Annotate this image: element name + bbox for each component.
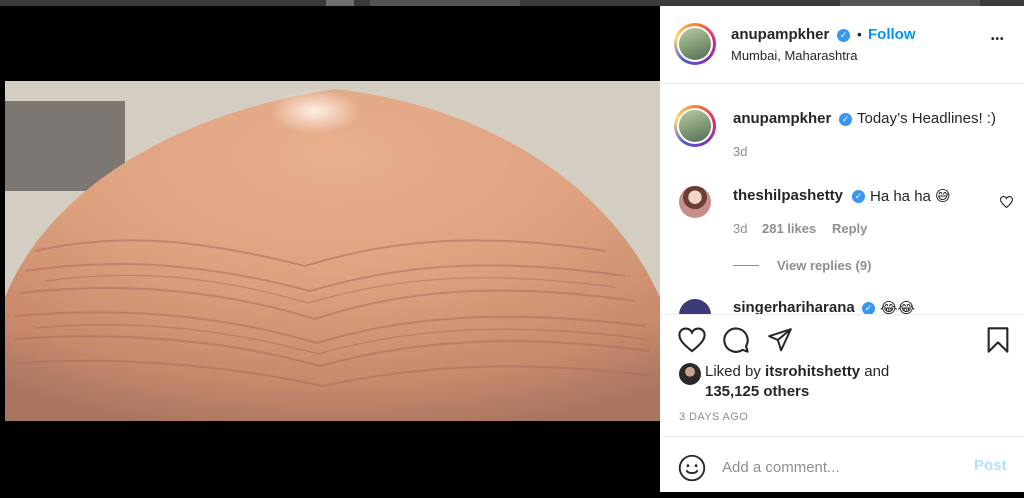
more-options-icon[interactable]: •••	[991, 34, 1005, 45]
emoji-icon[interactable]	[678, 454, 706, 482]
replies-divider	[733, 265, 759, 266]
actions-divider	[660, 314, 1024, 315]
post-location[interactable]: Mumbai, Maharashtra	[731, 48, 857, 63]
like-heart-icon[interactable]	[678, 327, 706, 353]
author-avatar[interactable]	[674, 23, 716, 65]
caption-author-avatar[interactable]	[674, 105, 716, 147]
likes-summary: Liked by itsrohitshetty and 135,125 othe…	[705, 362, 1005, 402]
comment-like-heart-icon[interactable]	[1000, 196, 1013, 208]
comment-partial: singerhariharana ✓ 😂😂	[660, 296, 1024, 315]
post-comment-button[interactable]: Post	[974, 457, 1007, 474]
comment-text: 😂😂	[880, 300, 916, 315]
comment-author[interactable]: theshilpashetty	[733, 187, 843, 204]
post-header: anupampkher ✓ • Follow Mumbai, Maharasht…	[660, 6, 1024, 84]
caption-author[interactable]: anupampkher	[733, 110, 831, 127]
verified-badge-icon: ✓	[837, 29, 850, 42]
author-username[interactable]: anupampkher	[731, 26, 829, 43]
comment-author[interactable]: singerhariharana	[733, 299, 855, 315]
caption-text: Today’s Headlines! :)	[857, 110, 996, 127]
likes-prefix: Liked by	[705, 363, 761, 380]
post-timestamp[interactable]: 3 DAYS AGO	[679, 411, 748, 423]
comment-time[interactable]: 3d	[733, 221, 747, 236]
add-comment-input[interactable]	[722, 456, 962, 478]
follow-button[interactable]: Follow	[868, 26, 916, 43]
verified-badge-icon: ✓	[852, 190, 865, 203]
liker-avatar[interactable]	[679, 363, 701, 385]
likes-others-count[interactable]: 135,125 others	[705, 383, 809, 400]
commenter-avatar[interactable]	[679, 186, 711, 218]
view-replies-button[interactable]: View replies (9)	[777, 258, 871, 273]
separator-dot: •	[857, 26, 862, 42]
share-icon[interactable]	[766, 327, 794, 353]
caption-time[interactable]: 3d	[733, 144, 747, 159]
post-detail-panel: anupampkher ✓ • Follow Mumbai, Maharasht…	[660, 6, 1024, 492]
commenter-avatar[interactable]	[679, 299, 711, 315]
post-media[interactable]	[5, 6, 660, 492]
composer-divider	[660, 436, 1024, 437]
verified-badge-icon: ✓	[839, 113, 852, 126]
liker-username[interactable]: itsrohitshetty	[765, 363, 860, 380]
reply-button[interactable]: Reply	[832, 221, 867, 236]
comment-icon[interactable]	[722, 326, 750, 354]
comment-text: Ha ha ha 😅	[870, 188, 951, 205]
bookmark-icon[interactable]	[986, 326, 1010, 354]
comment-likes[interactable]: 281 likes	[762, 221, 816, 236]
likes-and: and	[864, 363, 890, 380]
post-photo	[5, 81, 660, 421]
